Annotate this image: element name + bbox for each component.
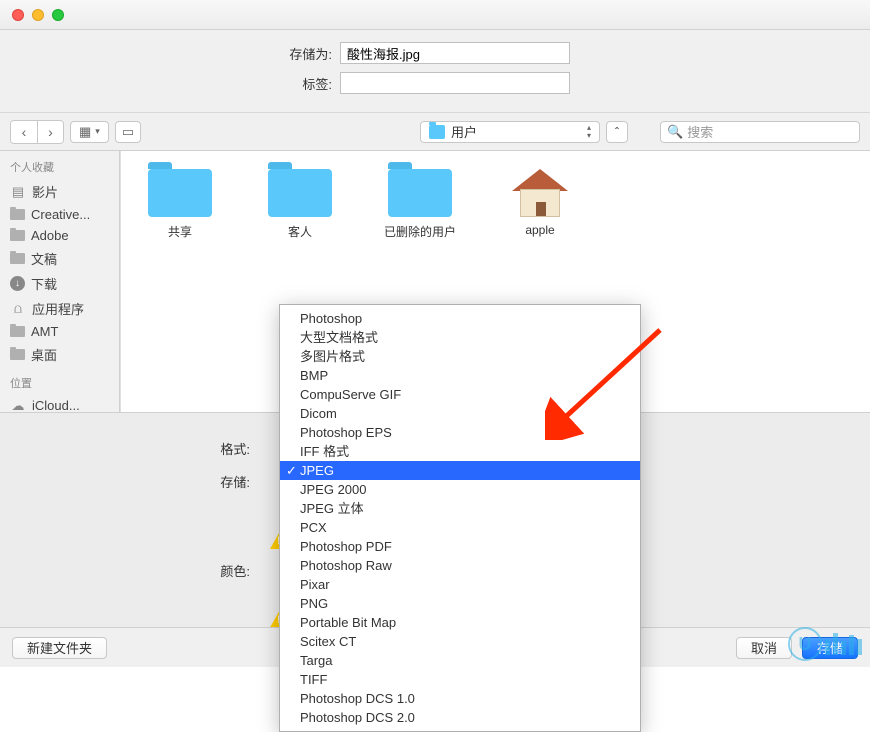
save-fields: 存储为: 标签: [0,30,870,113]
file-item[interactable]: 共享 [135,169,225,240]
dropdown-item[interactable]: Scitex CT [280,632,640,651]
dropdown-item[interactable]: Portable Bit Map [280,613,640,632]
sidebar-item[interactable]: 文稿 [0,246,119,271]
chevron-down-icon: ▾ [95,126,100,137]
dropdown-item[interactable]: JPEG 2000 [280,480,640,499]
item-label: 客人 [288,223,312,240]
new-folder-button[interactable]: 新建文件夹 [12,637,107,659]
grid-icon: ▦ [79,124,91,140]
folder-icon [148,169,212,217]
sidebar-label: 应用程序 [32,299,84,318]
search-field[interactable]: 🔍 搜索 [660,121,860,143]
search-placeholder: 搜索 [687,122,713,141]
file-item[interactable]: 客人 [255,169,345,240]
folder-icon [10,326,25,337]
dropdown-item[interactable]: JPEG 立体 [280,499,640,518]
sidebar-item[interactable]: ↓ 下载 [0,271,119,296]
folder-icon: ▭ [122,124,134,140]
maximize-window-button[interactable] [52,9,64,21]
nav-buttons: ‹ › [10,120,64,144]
file-item[interactable]: apple [495,169,585,237]
close-window-button[interactable] [12,9,24,21]
folder-icon [10,230,25,241]
home-icon [512,169,568,217]
tags-label: 标签: [0,74,340,93]
sidebar-item[interactable]: ⩍ 应用程序 [0,296,119,321]
minimize-window-button[interactable] [32,9,44,21]
dropdown-item[interactable]: Pixar [280,575,640,594]
item-label: apple [525,223,554,237]
color-label: 颜色: [0,561,260,580]
save-as-label: 存储为: [0,44,340,63]
dropdown-item[interactable]: Photoshop Raw [280,556,640,575]
dropdown-item[interactable]: JPEG [280,461,640,480]
sidebar-label: 影片 [32,182,58,201]
folder-icon [429,125,445,139]
sidebar-item[interactable]: 桌面 [0,342,119,367]
dropdown-item[interactable]: TIFF [280,670,640,689]
sidebar-item[interactable]: Adobe [0,225,119,246]
dropdown-item[interactable]: Photoshop PDF [280,537,640,556]
annotation-arrow [545,320,675,440]
save-as-input[interactable] [340,42,570,64]
sidebar-item[interactable]: ▤ 影片 [0,179,119,204]
sidebar-label: 桌面 [31,345,57,364]
file-item[interactable]: 已删除的用户 [375,169,465,240]
folder-icon [10,349,25,360]
sidebar-label: iCloud... [32,398,80,413]
sidebar-label: 文稿 [31,249,57,268]
dropdown-item[interactable]: IFF 格式 [280,442,640,461]
save-option-label: 存储: [0,472,260,491]
titlebar [0,0,870,30]
dropdown-item[interactable]: PCX [280,518,640,537]
sidebar-label: Creative... [31,207,90,222]
sidebar-icon: ⩍ [10,302,26,316]
updown-icon: ▴▾ [587,124,591,140]
item-label: 已删除的用户 [384,223,456,240]
back-button[interactable]: ‹ [11,121,37,143]
forward-button[interactable]: › [37,121,63,143]
folder-icon [10,253,25,264]
sidebar-label: 下载 [31,274,57,293]
favorites-header: 个人收藏 [0,151,119,179]
folder-icon [268,169,332,217]
cloud-icon: ☁ [10,399,26,413]
sidebar-label: AMT [31,324,58,339]
dropdown-item[interactable]: Targa [280,651,640,670]
sidebar-label: Adobe [31,228,69,243]
locations-header: 位置 [0,367,119,395]
watermark: U [788,627,862,661]
folder-icon [10,209,25,220]
dropdown-item[interactable]: Photoshop DCS 1.0 [280,689,640,708]
sidebar-item[interactable]: Creative... [0,204,119,225]
item-label: 共享 [168,223,192,240]
collapse-button[interactable]: ˆ [606,121,628,143]
sidebar-icon: ▤ [10,185,26,199]
dropdown-item[interactable]: PNG [280,594,640,613]
format-label: 格式: [0,439,260,458]
tags-input[interactable] [340,72,570,94]
search-icon: 🔍 [667,124,683,140]
cancel-button[interactable]: 取消 [736,637,792,659]
group-button[interactable]: ▭ [115,121,141,143]
view-mode-button[interactable]: ▦ ▾ [70,121,109,143]
watermark-icon: U [788,627,822,661]
download-icon: ↓ [10,276,25,291]
dropdown-item[interactable]: Photoshop DCS 2.0 [280,708,640,727]
folder-icon [388,169,452,217]
sidebar-item[interactable]: AMT [0,321,119,342]
path-label: 用户 [451,122,477,141]
path-selector[interactable]: 用户 ▴▾ [420,121,600,143]
toolbar: ‹ › ▦ ▾ ▭ 用户 ▴▾ ˆ 🔍 搜索 [0,113,870,151]
